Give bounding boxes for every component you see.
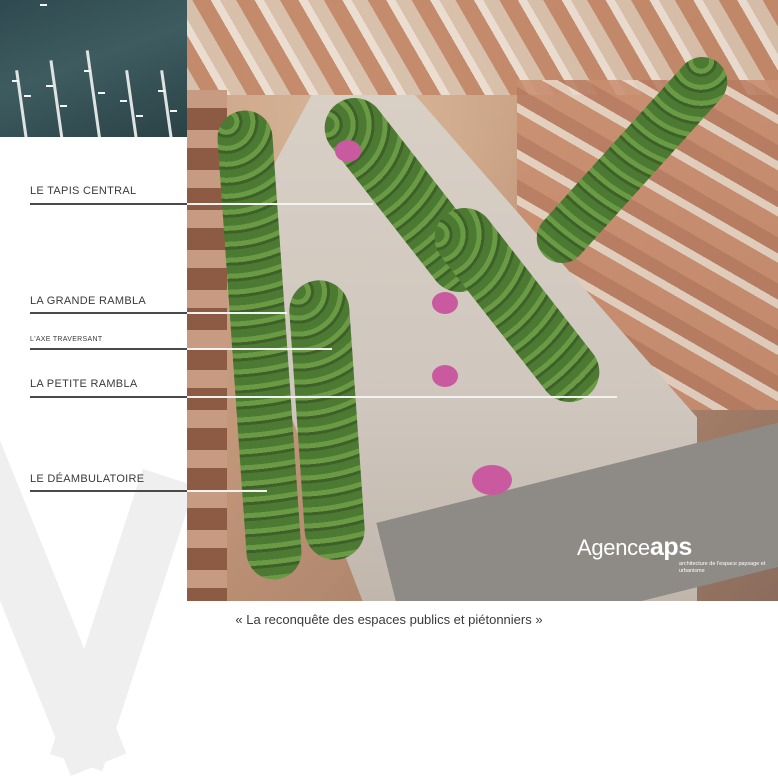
leader-line-grande-rambla <box>30 312 187 314</box>
marina-boat <box>170 110 177 112</box>
leader-line-axe-traversant-overlay <box>187 348 332 350</box>
logo-wordmark: Agenceaps <box>577 533 693 561</box>
leader-line-deambulatoire-overlay <box>187 490 267 492</box>
marina-boat <box>84 70 91 72</box>
leader-line-deambulatoire <box>30 490 187 492</box>
leader-line-axe-traversant <box>30 348 187 350</box>
leader-line-tapis-central <box>30 203 187 205</box>
marina-pier <box>125 70 138 137</box>
flowering-tree <box>432 292 458 314</box>
marina-boat <box>40 4 47 6</box>
flowering-tree <box>472 465 512 495</box>
label-axe-traversant: L'AXE TRAVERSANT <box>30 336 103 343</box>
flowering-tree <box>432 365 458 387</box>
marina-pier <box>49 60 64 137</box>
marina-pier <box>160 70 173 137</box>
marina-boat <box>98 92 105 94</box>
logo-tagline: architecture de l'espace paysage et urba… <box>679 561 766 574</box>
logo-name-bold: aps <box>649 533 693 561</box>
leader-line-tapis-central-overlay <box>187 203 373 205</box>
marina-boat <box>46 85 53 87</box>
leader-line-grande-rambla-overlay <box>187 312 287 314</box>
marina-boat <box>136 115 143 117</box>
agence-aps-logo: Agenceaps architecture de l'espace paysa… <box>577 533 765 575</box>
marina-boat <box>60 105 67 107</box>
marina-boat <box>12 80 19 82</box>
aerial-city-photo <box>187 0 778 601</box>
marina-boat <box>24 95 31 97</box>
caption: « La reconquête des espaces publics et p… <box>235 612 543 627</box>
marina-boat <box>158 90 165 92</box>
marina-boat <box>120 100 127 102</box>
flowering-tree <box>335 140 361 162</box>
leader-line-petite-rambla <box>30 396 187 398</box>
label-petite-rambla: LA PETITE RAMBLA <box>30 378 138 390</box>
logo-name-light: Agence <box>577 535 650 560</box>
leader-line-petite-rambla-overlay <box>187 396 617 398</box>
label-tapis-central: LE TAPIS CENTRAL <box>30 185 137 197</box>
label-grande-rambla: LA GRANDE RAMBLA <box>30 295 147 307</box>
marina-photo <box>0 0 187 137</box>
label-deambulatoire: LE DÉAMBULATOIRE <box>30 473 145 485</box>
